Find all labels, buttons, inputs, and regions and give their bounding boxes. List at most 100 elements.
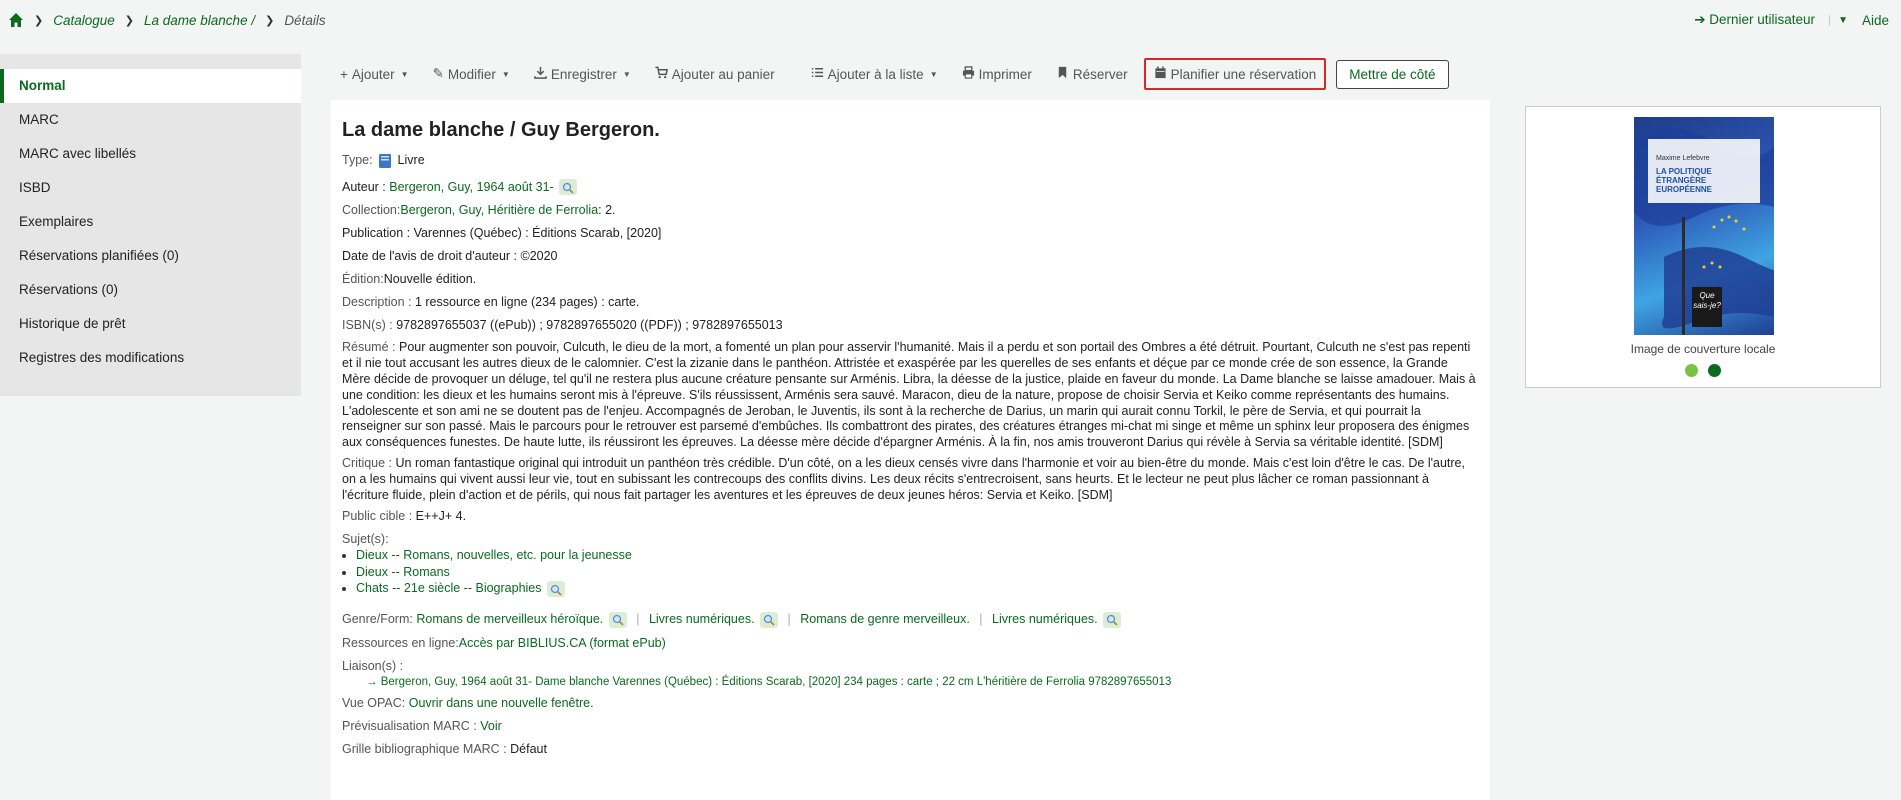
add-to-list-button[interactable]: Ajouter à la liste ▼ — [799, 60, 950, 88]
download-icon — [534, 66, 547, 82]
series-logo: Que sais-je? — [1692, 287, 1722, 327]
genre-link[interactable]: Livres numériques. — [992, 612, 1098, 626]
publication-row: Publication : Varennes (Québec) : Éditio… — [342, 226, 662, 241]
caret-down-icon: ▼ — [929, 69, 938, 79]
record-details: La dame blanche / Guy Bergeron. Type: Li… — [331, 100, 1490, 800]
sidebar-item-marc[interactable]: MARC — [0, 103, 301, 137]
last-user-dropdown-icon[interactable]: ▼ — [1829, 14, 1848, 26]
cart-icon — [655, 66, 668, 82]
summary-label: Résumé : — [342, 340, 396, 355]
cover-image[interactable]: Maxime Lefebvre LA POLITIQUE ÉTRANGÈRE E… — [1634, 117, 1774, 335]
magnifier-icon[interactable] — [760, 611, 779, 628]
list-item: Chats -- 21e siècle -- Biographies — [356, 580, 1479, 598]
edition-row: Édition:Nouvelle édition. — [342, 271, 1479, 287]
caret-down-icon: ▼ — [501, 69, 510, 79]
caret-down-icon: ▼ — [622, 69, 631, 79]
separator: | — [787, 612, 791, 627]
audience-label: Public cible : — [342, 509, 413, 524]
links-row: Liaison(s) : — [342, 658, 1479, 674]
sidebar-item-modification-log[interactable]: Registres des modifications — [0, 341, 301, 375]
genre-link[interactable]: Romans de genre merveilleux. — [800, 612, 970, 626]
sidebar-item-items[interactable]: Exemplaires — [0, 205, 301, 239]
list-item: Dieux -- Romans — [356, 564, 1479, 581]
collection-label: Collection: — [342, 203, 401, 218]
topbar-right: ➔ Dernier utilisateur ▼ Aide — [1694, 12, 1889, 28]
magnifier-icon[interactable] — [1103, 611, 1122, 628]
collection-link[interactable]: Bergeron, Guy, Héritière de Ferrolia — [400, 203, 598, 217]
add-to-cart-button[interactable]: Ajouter au panier — [643, 60, 787, 88]
subjects-list: Dieux -- Romans, nouvelles, etc. pour la… — [342, 547, 1479, 598]
genre-link[interactable]: Romans de merveilleux héroïque. — [416, 612, 603, 626]
hold-button[interactable]: Réserver — [1044, 60, 1140, 88]
chevron-right-icon: ❯ — [265, 14, 275, 27]
marc-preview-label: Prévisualisation MARC : — [342, 718, 477, 733]
sidebar-item-checkout-history[interactable]: Historique de prêt — [0, 307, 301, 341]
author-link[interactable]: Bergeron, Guy, 1964 août 31- — [389, 180, 553, 194]
isbn-label: ISBN(s) : — [342, 318, 393, 333]
sidebar-item-holds[interactable]: Réservations (0) — [0, 273, 301, 307]
review-label: Critique : — [342, 455, 393, 470]
summary-text: Pour augmenter son pouvoir, Culcuth, le … — [342, 340, 1476, 450]
last-user-label: Dernier utilisateur — [1709, 12, 1816, 27]
type-row: Type: Livre — [342, 152, 1479, 169]
online-link[interactable]: Accès par BIBLIUS.CA (format ePub) — [459, 636, 666, 650]
hold-label: Réserver — [1072, 66, 1128, 82]
links-label: Liaison(s) : — [342, 658, 404, 673]
carousel-dots — [1526, 364, 1880, 380]
subject-link[interactable]: Dieux -- Romans — [356, 565, 450, 579]
type-label: Type: — [342, 153, 373, 167]
summary-row: Résumé : Pour augmenter son pouvoir, Cul… — [342, 340, 1479, 451]
subjects-label: Sujet(s): — [342, 532, 389, 547]
cover-panel: Maxime Lefebvre LA POLITIQUE ÉTRANGÈRE E… — [1525, 106, 1881, 388]
copyright-row: Date de l'avis de droit d'auteur : ©2020 — [342, 249, 558, 264]
print-label: Imprimer — [978, 66, 1032, 82]
plan-hold-button[interactable]: Planifier une réservation — [1143, 58, 1327, 90]
genre-link[interactable]: Livres numériques. — [649, 612, 755, 626]
cover-author: Maxime Lefebvre — [1656, 155, 1710, 162]
breadcrumb-current: Détails — [284, 12, 326, 28]
home-icon[interactable] — [8, 12, 24, 28]
isbn-value: 9782897655037 ((ePub)) ; 9782897655020 (… — [396, 318, 783, 333]
carousel-dot[interactable] — [1685, 364, 1699, 377]
sidebar-item-isbd[interactable]: ISBD — [0, 171, 301, 205]
subject-link[interactable]: Dieux -- Romans, nouvelles, etc. pour la… — [356, 548, 632, 562]
author-label: Auteur : — [342, 179, 386, 194]
save-button[interactable]: Enregistrer ▼ — [522, 60, 643, 88]
caret-down-icon: ▼ — [400, 69, 409, 79]
magnifier-icon[interactable] — [608, 611, 627, 628]
save-label: Enregistrer — [550, 66, 617, 82]
audience-row: Public cible : E++J+ 4. — [342, 508, 1479, 524]
add-button[interactable]: + Ajouter ▼ — [328, 61, 421, 88]
help-link[interactable]: Aide — [1862, 13, 1889, 28]
arrow-right-icon: ➔ — [1694, 12, 1706, 27]
edition-label: Édition: — [342, 272, 384, 287]
type-value: Livre — [397, 153, 425, 167]
isbn-row: ISBN(s) : 9782897655037 ((ePub)) ; 97828… — [342, 317, 1479, 333]
print-icon — [962, 66, 975, 82]
sidebar-item-marc-labels[interactable]: MARC avec libellés — [0, 137, 301, 171]
cover-title: LA POLITIQUE ÉTRANGÈRE EUROPÉENNE — [1656, 167, 1713, 194]
breadcrumb-record[interactable]: La dame blanche / — [144, 13, 255, 28]
marc-preview-row: Prévisualisation MARC : Voir — [342, 718, 1479, 734]
print-button[interactable]: Imprimer — [950, 60, 1044, 88]
last-user-link[interactable]: ➔ Dernier utilisateur — [1694, 12, 1815, 28]
edit-button[interactable]: ✎ Modifier ▼ — [421, 60, 522, 88]
bookmark-icon — [1056, 66, 1069, 82]
review-row: Critique : Un roman fantastique original… — [342, 456, 1479, 503]
set-aside-button[interactable]: Mettre de côté — [1336, 59, 1449, 89]
calendar-icon — [1154, 66, 1167, 82]
opac-link[interactable]: Ouvrir dans une nouvelle fenêtre. — [409, 696, 594, 710]
breadcrumb-catalogue[interactable]: Catalogue — [53, 13, 115, 28]
sidebar-item-normal[interactable]: Normal — [0, 69, 301, 103]
marc-preview-link[interactable]: Voir — [480, 719, 502, 733]
online-label: Ressources en ligne: — [342, 635, 459, 650]
opac-label: Vue OPAC: — [342, 695, 406, 710]
linked-record-link[interactable]: → Bergeron, Guy, 1964 août 31- Dame blan… — [342, 676, 1479, 688]
magnifier-icon[interactable] — [546, 581, 565, 598]
magnifier-icon[interactable] — [559, 179, 578, 196]
sidebar: Normal MARC MARC avec libellés ISBD Exem… — [0, 54, 301, 396]
carousel-dot[interactable] — [1707, 364, 1721, 377]
sidebar-item-planned-holds[interactable]: Réservations planifiées (0) — [0, 239, 301, 273]
subject-link[interactable]: Chats -- 21e siècle -- Biographies — [356, 581, 542, 595]
audience-value: E++J+ 4. — [415, 509, 467, 524]
